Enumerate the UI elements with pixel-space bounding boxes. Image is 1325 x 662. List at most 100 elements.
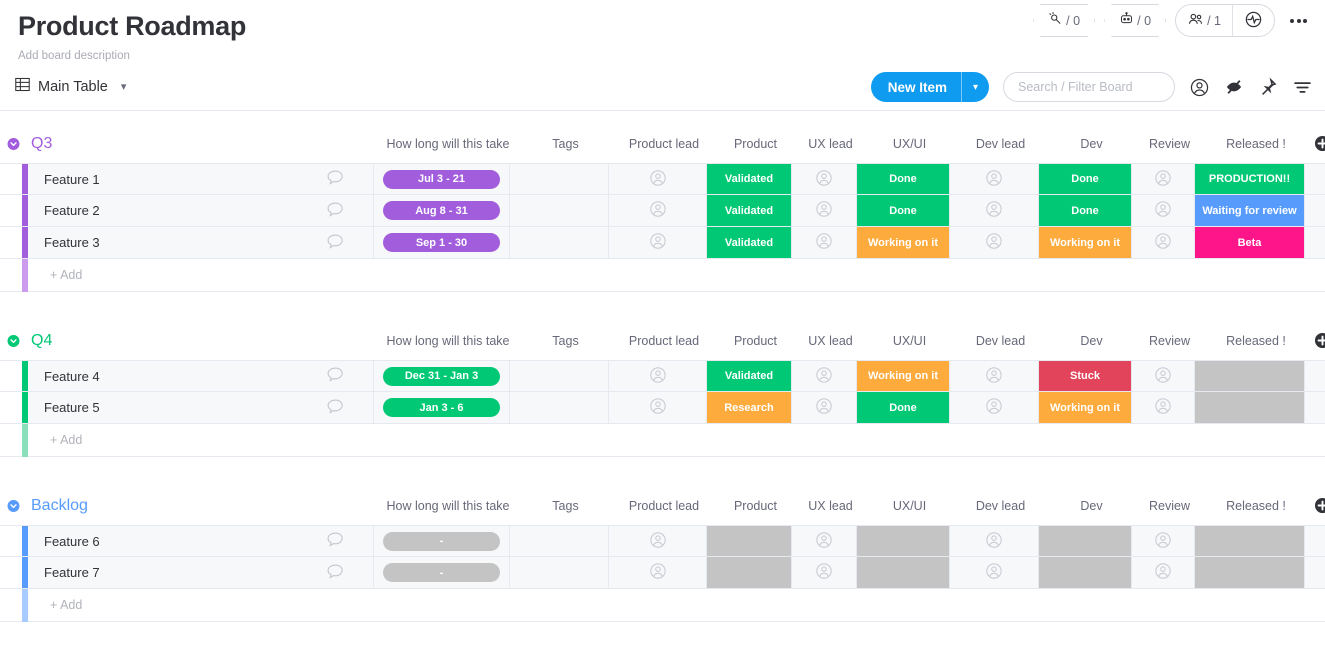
cell-dev-lead[interactable]: [950, 195, 1039, 226]
cell-released[interactable]: Waiting for review: [1195, 195, 1305, 226]
column-header-timeline[interactable]: How long will this take: [380, 499, 516, 513]
cell-item-name[interactable]: Feature 7: [28, 557, 374, 588]
cell-ux-ui[interactable]: [857, 557, 950, 588]
table-row[interactable]: Feature 6-: [0, 525, 1325, 557]
cell-item-name[interactable]: Feature 2: [28, 195, 374, 226]
cell-tags[interactable]: [510, 227, 609, 258]
cell-review[interactable]: [1132, 164, 1195, 194]
cell-review[interactable]: [1132, 227, 1195, 258]
comment-bubble-icon[interactable]: [326, 200, 345, 222]
cell-ux-lead[interactable]: [792, 195, 857, 226]
cell-review[interactable]: [1132, 557, 1195, 588]
cell-dev-lead[interactable]: [950, 557, 1039, 588]
cell-dev-lead[interactable]: [950, 526, 1039, 556]
table-row[interactable]: Feature 1Jul 3 - 21ValidatedDoneDonePROD…: [0, 163, 1325, 195]
comment-bubble-icon[interactable]: [326, 530, 345, 552]
cell-ux-ui[interactable]: Done: [857, 164, 950, 194]
column-header-dev_lead[interactable]: Dev lead: [956, 137, 1045, 151]
add-column-button[interactable]: [1313, 134, 1325, 153]
column-header-ux_lead[interactable]: UX lead: [798, 334, 863, 348]
cell-product[interactable]: Research: [707, 392, 792, 423]
cell-product-lead[interactable]: [609, 526, 707, 556]
cell-dev[interactable]: [1039, 557, 1132, 588]
cell-tags[interactable]: [510, 557, 609, 588]
cell-tags[interactable]: [510, 195, 609, 226]
cell-ux-lead[interactable]: [792, 164, 857, 194]
cell-item-name[interactable]: Feature 6: [28, 526, 374, 556]
column-header-product[interactable]: Product: [713, 334, 798, 348]
column-header-ux_lead[interactable]: UX lead: [798, 137, 863, 151]
group-collapse-icon[interactable]: [7, 500, 20, 513]
cell-dev-lead[interactable]: [950, 392, 1039, 423]
cell-released[interactable]: Beta: [1195, 227, 1305, 258]
group-collapse-icon[interactable]: [7, 138, 20, 151]
cell-product[interactable]: Validated: [707, 361, 792, 391]
cell-tags[interactable]: [510, 392, 609, 423]
table-row[interactable]: Feature 2Aug 8 - 31 Validated Done Done Wait…: [0, 195, 1325, 227]
cell-dev[interactable]: Done: [1039, 195, 1132, 226]
cell-dev[interactable]: Done: [1039, 164, 1132, 194]
column-header-dev_lead[interactable]: Dev lead: [956, 334, 1045, 348]
person-circle-icon[interactable]: [1189, 77, 1210, 98]
cell-ux-ui[interactable]: Working on it: [857, 227, 950, 258]
add-column-button[interactable]: [1313, 496, 1325, 515]
cell-tags[interactable]: [510, 361, 609, 391]
comment-bubble-icon[interactable]: [326, 397, 345, 419]
column-header-timeline[interactable]: How long will this take: [380, 137, 516, 151]
add-item-row[interactable]: + Add: [0, 259, 1325, 292]
cell-product-lead[interactable]: [609, 557, 707, 588]
cell-review[interactable]: [1132, 195, 1195, 226]
filter-icon[interactable]: [1292, 77, 1313, 98]
cell-ux-lead[interactable]: [792, 392, 857, 423]
table-row[interactable]: Feature 3Sep 1 - 30ValidatedWorking on i…: [0, 227, 1325, 259]
comment-bubble-icon[interactable]: [326, 168, 345, 190]
column-header-dev[interactable]: Dev: [1045, 499, 1138, 513]
cell-product[interactable]: Validated: [707, 164, 792, 194]
automations-badge[interactable]: / 0: [1033, 4, 1095, 37]
cell-ux-lead[interactable]: [792, 227, 857, 258]
column-header-product[interactable]: Product: [713, 499, 798, 513]
cell-review[interactable]: [1132, 392, 1195, 423]
new-item-chevron-down-icon[interactable]: ▾: [961, 72, 989, 102]
add-column-button[interactable]: [1313, 331, 1325, 350]
activity-badge[interactable]: [1232, 5, 1274, 36]
comment-bubble-icon[interactable]: [326, 562, 345, 584]
column-header-review[interactable]: Review: [1138, 499, 1201, 513]
cell-product[interactable]: Validated: [707, 227, 792, 258]
column-header-product_lead[interactable]: Product lead: [615, 334, 713, 348]
cell-tags[interactable]: [510, 164, 609, 194]
cell-released[interactable]: [1195, 361, 1305, 391]
cell-ux-lead[interactable]: [792, 361, 857, 391]
integrations-badge[interactable]: / 0: [1104, 4, 1166, 37]
cell-released[interactable]: [1195, 557, 1305, 588]
cell-timeline[interactable]: Aug 8 - 31: [374, 195, 510, 226]
column-header-tags[interactable]: Tags: [516, 137, 615, 151]
column-header-tags[interactable]: Tags: [516, 334, 615, 348]
column-header-review[interactable]: Review: [1138, 334, 1201, 348]
column-header-ux_lead[interactable]: UX lead: [798, 499, 863, 513]
cell-product-lead[interactable]: [609, 392, 707, 423]
cell-ux-ui[interactable]: Done: [857, 195, 950, 226]
cell-released[interactable]: [1195, 526, 1305, 556]
cell-product-lead[interactable]: [609, 164, 707, 194]
hide-eye-icon[interactable]: [1224, 77, 1244, 97]
cell-ux-ui[interactable]: [857, 526, 950, 556]
column-header-review[interactable]: Review: [1138, 137, 1201, 151]
table-row[interactable]: Feature 5Jan 3 - 6ResearchDoneWorking on…: [0, 392, 1325, 424]
cell-released[interactable]: [1195, 392, 1305, 423]
more-options-icon[interactable]: [1284, 15, 1313, 27]
pin-icon[interactable]: [1258, 77, 1278, 97]
add-item-row[interactable]: + Add: [0, 424, 1325, 457]
cell-timeline[interactable]: Sep 1 - 30: [374, 227, 510, 258]
column-header-tags[interactable]: Tags: [516, 499, 615, 513]
cell-timeline[interactable]: Jan 3 - 6: [374, 392, 510, 423]
add-item-row[interactable]: + Add: [0, 589, 1325, 622]
cell-tags[interactable]: [510, 526, 609, 556]
board-description[interactable]: Add board description: [18, 49, 1325, 63]
cell-product[interactable]: Validated: [707, 195, 792, 226]
cell-timeline[interactable]: -: [374, 526, 510, 556]
comment-bubble-icon[interactable]: [326, 365, 345, 387]
cell-ux-lead[interactable]: [792, 526, 857, 556]
cell-review[interactable]: [1132, 526, 1195, 556]
cell-dev[interactable]: [1039, 526, 1132, 556]
